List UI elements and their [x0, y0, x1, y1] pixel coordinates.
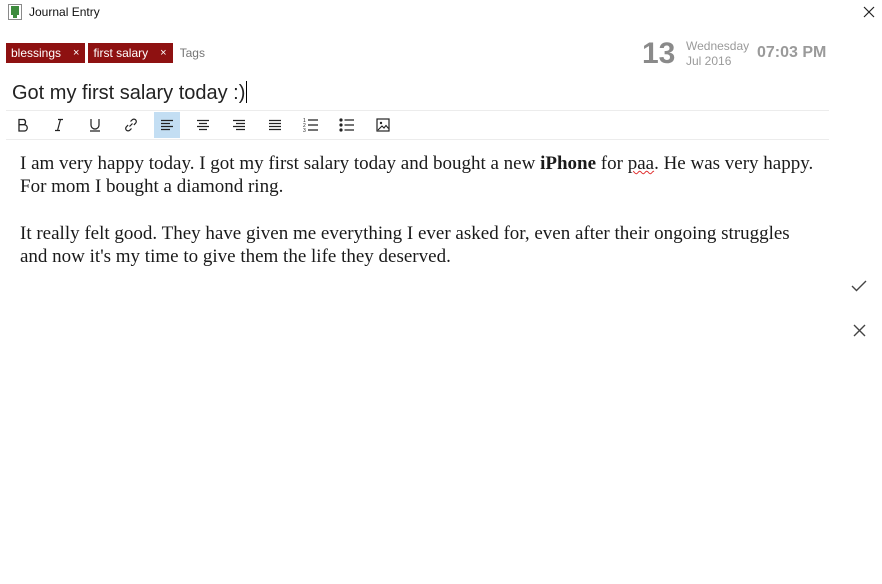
align-right-icon — [233, 119, 245, 131]
save-button[interactable] — [847, 274, 871, 298]
align-center-icon — [197, 119, 209, 131]
title-bar: Journal Entry — [0, 0, 882, 26]
image-icon — [376, 118, 390, 132]
bulleted-list-button[interactable] — [334, 112, 360, 138]
tags-bar: blessings × first salary × — [6, 43, 240, 63]
insert-image-button[interactable] — [370, 112, 396, 138]
date-month-year[interactable]: Jul 2016 — [686, 54, 731, 68]
align-right-button[interactable] — [226, 112, 252, 138]
tag-chip[interactable]: blessings × — [6, 43, 86, 63]
tag-label: first salary — [93, 46, 149, 60]
numbered-list-button[interactable]: 1 2 3 — [298, 112, 324, 138]
entry-time[interactable]: 07:03 PM — [757, 44, 826, 62]
align-left-button[interactable] — [154, 112, 180, 138]
entry-title-input[interactable]: Got my first salary today :) — [12, 80, 248, 106]
bold-icon — [18, 118, 28, 132]
entry-paragraph: I am very happy today. I got my first sa… — [20, 153, 814, 197]
check-icon — [851, 280, 867, 292]
discard-icon — [853, 324, 865, 336]
bold-text: iPhone — [540, 153, 597, 174]
entry-body-editor[interactable]: I am very happy today. I got my first sa… — [20, 152, 820, 292]
entry-title-text: Got my first salary today :) — [12, 82, 246, 104]
window-title: Journal Entry — [29, 5, 100, 19]
close-window-button[interactable] — [858, 1, 880, 23]
align-left-icon — [161, 119, 173, 131]
align-justify-icon — [269, 119, 281, 131]
underline-button[interactable] — [82, 112, 108, 138]
bulleted-list-icon — [339, 118, 354, 132]
svg-text:3: 3 — [303, 128, 306, 133]
date-weekday[interactable]: Wednesday — [686, 39, 749, 53]
tag-label: blessings — [11, 46, 62, 60]
format-toolbar: 1 2 3 — [6, 110, 829, 140]
tag-chip[interactable]: first salary × — [88, 43, 173, 63]
text-caret — [246, 81, 248, 103]
journal-app-icon — [8, 4, 22, 20]
align-center-button[interactable] — [190, 112, 216, 138]
link-button[interactable] — [118, 112, 144, 138]
bold-button[interactable] — [10, 112, 36, 138]
remove-tag-icon[interactable]: × — [160, 43, 166, 63]
italic-button[interactable] — [46, 112, 72, 138]
close-icon — [863, 6, 875, 18]
numbered-list-icon: 1 2 3 — [303, 118, 318, 133]
misspelled-word: paa — [627, 153, 655, 174]
italic-icon — [55, 118, 63, 132]
underline-icon — [90, 119, 100, 132]
discard-button[interactable] — [847, 318, 871, 342]
link-icon — [125, 118, 137, 132]
remove-tag-icon[interactable]: × — [73, 43, 79, 63]
tags-input[interactable] — [179, 46, 240, 60]
date-day[interactable]: 13 — [642, 37, 675, 71]
entry-paragraph: It really felt good. They have given me … — [20, 223, 790, 267]
align-justify-button[interactable] — [262, 112, 288, 138]
